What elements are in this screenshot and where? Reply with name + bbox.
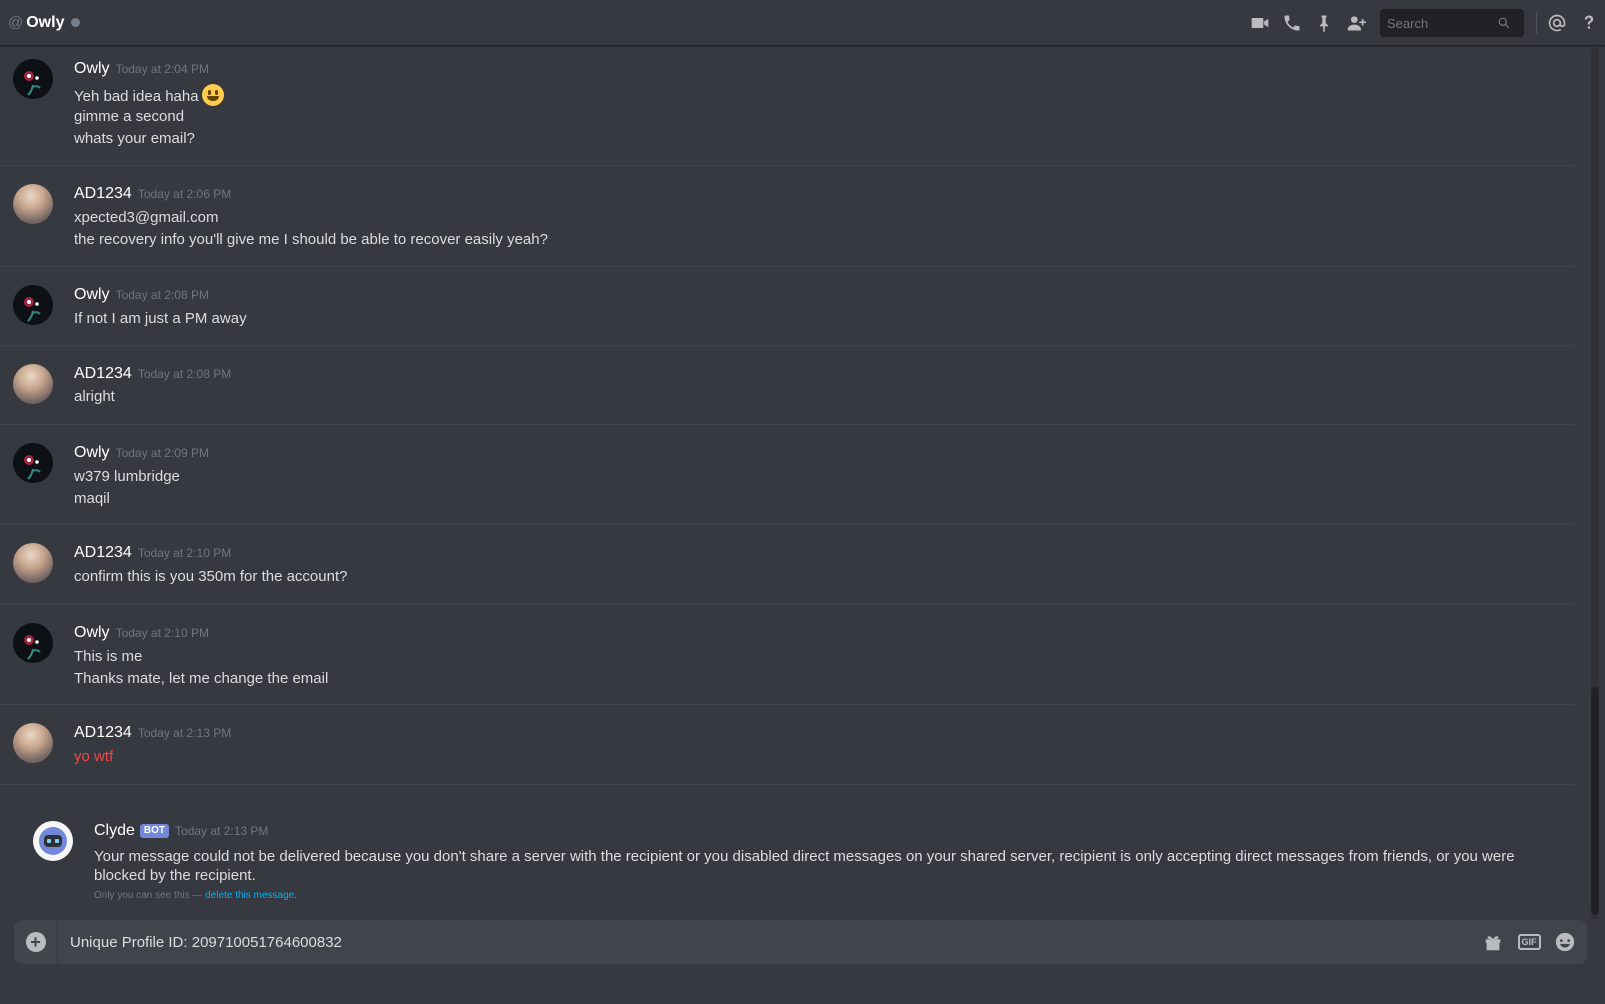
message-timestamp: Today at 2:10 PM [115, 626, 209, 640]
message-author[interactable]: Owly [74, 624, 110, 642]
voice-call-icon[interactable] [1276, 7, 1308, 39]
video-call-icon[interactable] [1244, 7, 1276, 39]
message-input[interactable] [58, 933, 1475, 951]
message-composer: + GIF [14, 920, 1587, 964]
bot-badge: BOT [139, 824, 170, 838]
message-group: AD1234 Today at 2:10 PM confirm this is … [0, 525, 1575, 605]
toolbar-divider [1536, 12, 1537, 34]
clyde-avatar[interactable] [33, 821, 73, 861]
robot-icon [44, 835, 62, 847]
mentions-icon[interactable] [1541, 7, 1573, 39]
message-group: AD1234 Today at 2:08 PM alright [0, 346, 1575, 425]
message-text: w379 lumbridge [74, 468, 180, 485]
avatar[interactable] [13, 285, 53, 325]
failed-message-text: yo wtf [74, 748, 114, 765]
message-author[interactable]: Owly [74, 444, 110, 462]
message-text: This is me [74, 648, 143, 665]
search-input[interactable] [1387, 15, 1497, 31]
avatar[interactable] [13, 723, 53, 763]
gift-icon [1485, 936, 1501, 951]
avatar[interactable] [13, 364, 53, 404]
gif-button[interactable]: GIF [1511, 920, 1547, 964]
emoji-button[interactable] [1547, 920, 1583, 964]
message-list[interactable]: Owly Today at 2:04 PM Yeh bad idea haha … [0, 47, 1590, 919]
scrollbar[interactable] [1591, 47, 1599, 919]
delete-message-link[interactable]: delete this message. [205, 890, 297, 901]
avatar[interactable] [13, 543, 53, 583]
pin-icon[interactable] [1308, 7, 1340, 39]
message-timestamp: Today at 2:09 PM [115, 446, 209, 460]
message-group: Owly Today at 2:09 PM w379 lumbridge maq… [0, 425, 1575, 525]
message-author[interactable]: Clyde [94, 822, 135, 840]
plus-icon: + [25, 932, 46, 952]
message-author[interactable]: AD1234 [74, 365, 132, 383]
message-timestamp: Today at 2:08 PM [115, 288, 209, 302]
emoji-icon [1555, 932, 1575, 952]
avatar[interactable] [13, 59, 53, 99]
message-author[interactable]: AD1234 [74, 724, 132, 742]
gif-icon: GIF [1517, 934, 1541, 950]
message-text: alright [74, 388, 115, 405]
message-group: Owly Today at 2:08 PM If not I am just a… [0, 267, 1575, 346]
status-indicator [71, 18, 81, 27]
message-text: the recovery info you'll give me I shoul… [74, 231, 548, 248]
message-timestamp: Today at 2:13 PM [175, 824, 269, 838]
message-author[interactable]: AD1234 [74, 185, 132, 203]
scrollbar-thumb[interactable] [1591, 687, 1599, 915]
ephemeral-note: Only you can see this — delete this mess… [94, 890, 297, 901]
ephemeral-note-text: Only you can see this — [94, 890, 206, 901]
message-text: confirm this is you 350m for the account… [74, 568, 348, 585]
channel-header: @ Owly [0, 0, 1605, 46]
message-text: whats your email? [74, 130, 195, 147]
avatar[interactable] [13, 443, 53, 483]
message-timestamp: Today at 2:04 PM [115, 62, 209, 76]
message-timestamp: Today at 2:06 PM [137, 187, 232, 201]
avatar[interactable] [13, 623, 53, 663]
message-timestamp: Today at 2:13 PM [137, 726, 232, 740]
message-timestamp: Today at 2:10 PM [137, 546, 232, 560]
message-author[interactable]: Owly [74, 286, 110, 304]
avatar[interactable] [13, 184, 53, 224]
help-icon[interactable] [1573, 7, 1605, 39]
clyde-system-message: Clyde BOT Today at 2:13 PM Your message … [0, 802, 1575, 919]
message-timestamp: Today at 2:08 PM [137, 367, 232, 381]
message-group: Owly Today at 2:10 PM This is me Thanks … [0, 605, 1575, 705]
message-text: Thanks mate, let me change the email [74, 670, 329, 687]
message-author[interactable]: AD1234 [74, 544, 132, 562]
search-icon [1498, 17, 1510, 29]
message-author[interactable]: Owly [74, 60, 110, 78]
gift-button[interactable] [1475, 920, 1511, 964]
header-toolbar [1244, 0, 1605, 46]
message-text: Yeh bad idea haha [74, 88, 199, 105]
message-text: xpected3@gmail.com [74, 209, 219, 226]
message-group: AD1234 Today at 2:06 PM xpected3@gmail.c… [0, 166, 1575, 267]
message-text: maqil [74, 490, 110, 507]
add-friend-icon[interactable] [1340, 7, 1372, 39]
upload-button[interactable]: + [14, 920, 58, 964]
dm-at-icon: @ [8, 14, 24, 31]
message-text: gimme a second [74, 108, 185, 125]
message-group: Owly Today at 2:04 PM Yeh bad idea haha … [0, 47, 1575, 166]
message-group: AD1234 Today at 2:13 PM yo wtf [0, 705, 1575, 785]
message-text: If not I am just a PM away [74, 310, 247, 327]
smiley-emoji-icon [201, 84, 224, 106]
channel-title: Owly [26, 13, 65, 31]
search-box[interactable] [1380, 9, 1524, 37]
clyde-message-text: Your message could not be delivered beca… [94, 848, 1515, 884]
